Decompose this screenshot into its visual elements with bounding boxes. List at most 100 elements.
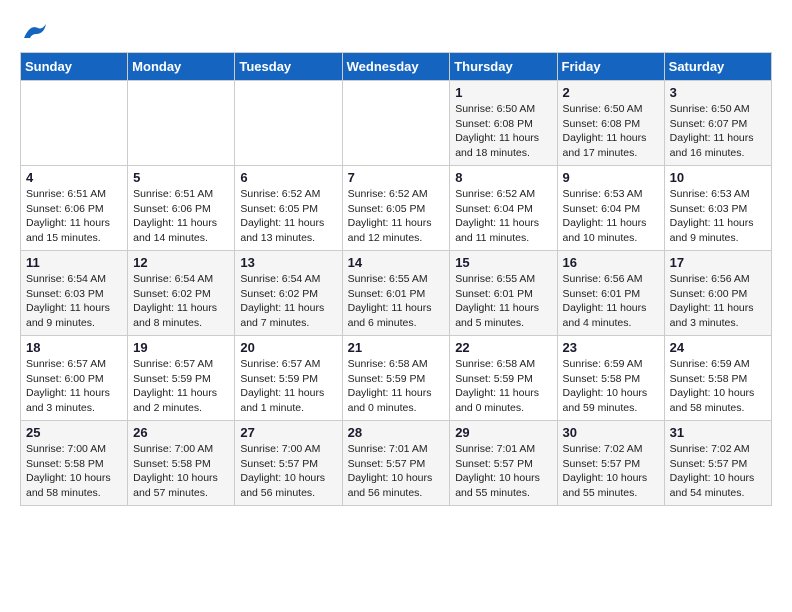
day-number: 26 — [133, 425, 229, 440]
day-number: 5 — [133, 170, 229, 185]
logo — [20, 20, 50, 42]
day-cell: 19Sunrise: 6:57 AM Sunset: 5:59 PM Dayli… — [128, 336, 235, 421]
day-cell: 30 Sunrise: 7:02 AM Sunset: 5:57 PM Dayli… — [557, 421, 664, 506]
day-cell — [235, 81, 342, 166]
day-cell: 9 Sunrise: 6:53 AM Sunset: 6:04 PM Daylig… — [557, 166, 664, 251]
day-cell: 22Sunrise: 6:58 AM Sunset: 5:59 PM Dayli… — [450, 336, 557, 421]
day-number: 27 — [240, 425, 336, 440]
day-cell: 20 Sunrise: 6:57 AM Sunset: 5:59 PM Dayli… — [235, 336, 342, 421]
day-number: 29 — [455, 425, 551, 440]
weekday-header-thursday: Thursday — [450, 53, 557, 81]
day-number: 15 — [455, 255, 551, 270]
day-number: 28 — [348, 425, 445, 440]
day-number: 10 — [670, 170, 766, 185]
day-cell: 24 Sunrise: 6:59 AM Sunset: 5:58 PM Dayli… — [664, 336, 771, 421]
day-info: Sunrise: 6:55 AM Sunset: 6:01 PM Dayligh… — [455, 272, 551, 331]
day-info: Sunrise: 7:01 AM Sunset: 5:57 PM Dayligh… — [348, 442, 445, 501]
day-number: 14 — [348, 255, 445, 270]
day-info: Sunrise: 6:54 AM Sunset: 6:02 PM Dayligh… — [240, 272, 336, 331]
day-info: Sunrise: 6:54 AM Sunset: 6:02 PM Dayligh… — [133, 272, 229, 331]
calendar-table: SundayMondayTuesdayWednesdayThursdayFrid… — [20, 52, 772, 506]
day-cell: 8Sunrise: 6:52 AM Sunset: 6:04 PM Daylig… — [450, 166, 557, 251]
week-row-4: 18 Sunrise: 6:57 AM Sunset: 6:00 PM Dayli… — [21, 336, 772, 421]
day-info: Sunrise: 6:52 AM Sunset: 6:05 PM Dayligh… — [348, 187, 445, 246]
day-cell: 4 Sunrise: 6:51 AM Sunset: 6:06 PM Daylig… — [21, 166, 128, 251]
day-info: Sunrise: 6:54 AM Sunset: 6:03 PM Dayligh… — [26, 272, 122, 331]
day-number: 25 — [26, 425, 122, 440]
day-number: 16 — [563, 255, 659, 270]
weekday-header-saturday: Saturday — [664, 53, 771, 81]
weekday-header-friday: Friday — [557, 53, 664, 81]
day-cell: 23 Sunrise: 6:59 AM Sunset: 5:58 PM Dayli… — [557, 336, 664, 421]
day-number: 13 — [240, 255, 336, 270]
day-cell: 6 Sunrise: 6:52 AM Sunset: 6:05 PM Daylig… — [235, 166, 342, 251]
week-row-3: 11Sunrise: 6:54 AM Sunset: 6:03 PM Dayli… — [21, 251, 772, 336]
day-cell: 14Sunrise: 6:55 AM Sunset: 6:01 PM Dayli… — [342, 251, 450, 336]
week-row-2: 4 Sunrise: 6:51 AM Sunset: 6:06 PM Daylig… — [21, 166, 772, 251]
day-info: Sunrise: 6:53 AM Sunset: 6:03 PM Dayligh… — [670, 187, 766, 246]
day-number: 21 — [348, 340, 445, 355]
day-number: 6 — [240, 170, 336, 185]
day-cell: 21 Sunrise: 6:58 AM Sunset: 5:59 PM Dayli… — [342, 336, 450, 421]
day-cell: 18 Sunrise: 6:57 AM Sunset: 6:00 PM Dayli… — [21, 336, 128, 421]
weekday-header-monday: Monday — [128, 53, 235, 81]
day-info: Sunrise: 6:51 AM Sunset: 6:06 PM Dayligh… — [133, 187, 229, 246]
day-cell: 5 Sunrise: 6:51 AM Sunset: 6:06 PM Daylig… — [128, 166, 235, 251]
day-number: 22 — [455, 340, 551, 355]
weekday-header-wednesday: Wednesday — [342, 53, 450, 81]
day-number: 31 — [670, 425, 766, 440]
day-number: 20 — [240, 340, 336, 355]
day-cell: 15 Sunrise: 6:55 AM Sunset: 6:01 PM Dayli… — [450, 251, 557, 336]
day-info: Sunrise: 7:02 AM Sunset: 5:57 PM Dayligh… — [670, 442, 766, 501]
day-cell — [21, 81, 128, 166]
day-info: Sunrise: 6:51 AM Sunset: 6:06 PM Dayligh… — [26, 187, 122, 246]
day-info: Sunrise: 6:57 AM Sunset: 6:00 PM Dayligh… — [26, 357, 122, 416]
day-number: 23 — [563, 340, 659, 355]
day-number: 24 — [670, 340, 766, 355]
day-number: 3 — [670, 85, 766, 100]
day-number: 12 — [133, 255, 229, 270]
day-number: 4 — [26, 170, 122, 185]
day-cell: 11Sunrise: 6:54 AM Sunset: 6:03 PM Dayli… — [21, 251, 128, 336]
day-cell: 12 Sunrise: 6:54 AM Sunset: 6:02 PM Dayli… — [128, 251, 235, 336]
day-info: Sunrise: 6:59 AM Sunset: 5:58 PM Dayligh… — [670, 357, 766, 416]
day-info: Sunrise: 6:57 AM Sunset: 5:59 PM Dayligh… — [240, 357, 336, 416]
day-info: Sunrise: 6:50 AM Sunset: 6:08 PM Dayligh… — [563, 102, 659, 161]
day-number: 9 — [563, 170, 659, 185]
week-row-5: 25Sunrise: 7:00 AM Sunset: 5:58 PM Dayli… — [21, 421, 772, 506]
week-row-1: 1 Sunrise: 6:50 AM Sunset: 6:08 PM Daylig… — [21, 81, 772, 166]
day-info: Sunrise: 6:52 AM Sunset: 6:05 PM Dayligh… — [240, 187, 336, 246]
day-info: Sunrise: 6:53 AM Sunset: 6:04 PM Dayligh… — [563, 187, 659, 246]
day-info: Sunrise: 6:59 AM Sunset: 5:58 PM Dayligh… — [563, 357, 659, 416]
day-cell — [342, 81, 450, 166]
day-info: Sunrise: 7:00 AM Sunset: 5:57 PM Dayligh… — [240, 442, 336, 501]
day-cell: 13 Sunrise: 6:54 AM Sunset: 6:02 PM Dayli… — [235, 251, 342, 336]
day-info: Sunrise: 7:02 AM Sunset: 5:57 PM Dayligh… — [563, 442, 659, 501]
day-cell: 7 Sunrise: 6:52 AM Sunset: 6:05 PM Daylig… — [342, 166, 450, 251]
logo-bird-icon — [22, 20, 50, 42]
day-info: Sunrise: 6:57 AM Sunset: 5:59 PM Dayligh… — [133, 357, 229, 416]
day-cell: 3 Sunrise: 6:50 AM Sunset: 6:07 PM Daylig… — [664, 81, 771, 166]
day-info: Sunrise: 6:52 AM Sunset: 6:04 PM Dayligh… — [455, 187, 551, 246]
day-cell: 17 Sunrise: 6:56 AM Sunset: 6:00 PM Dayli… — [664, 251, 771, 336]
page-header — [20, 20, 772, 42]
day-cell: 16 Sunrise: 6:56 AM Sunset: 6:01 PM Dayli… — [557, 251, 664, 336]
day-number: 2 — [563, 85, 659, 100]
day-number: 18 — [26, 340, 122, 355]
day-number: 1 — [455, 85, 551, 100]
day-number: 30 — [563, 425, 659, 440]
day-number: 7 — [348, 170, 445, 185]
day-cell: 2 Sunrise: 6:50 AM Sunset: 6:08 PM Daylig… — [557, 81, 664, 166]
day-number: 17 — [670, 255, 766, 270]
day-info: Sunrise: 6:50 AM Sunset: 6:08 PM Dayligh… — [455, 102, 551, 161]
day-info: Sunrise: 6:56 AM Sunset: 6:01 PM Dayligh… — [563, 272, 659, 331]
day-cell: 28 Sunrise: 7:01 AM Sunset: 5:57 PM Dayli… — [342, 421, 450, 506]
day-info: Sunrise: 6:56 AM Sunset: 6:00 PM Dayligh… — [670, 272, 766, 331]
day-info: Sunrise: 6:58 AM Sunset: 5:59 PM Dayligh… — [348, 357, 445, 416]
day-cell — [128, 81, 235, 166]
day-info: Sunrise: 6:50 AM Sunset: 6:07 PM Dayligh… — [670, 102, 766, 161]
day-cell: 27 Sunrise: 7:00 AM Sunset: 5:57 PM Dayli… — [235, 421, 342, 506]
day-cell: 31 Sunrise: 7:02 AM Sunset: 5:57 PM Dayli… — [664, 421, 771, 506]
day-cell: 26Sunrise: 7:00 AM Sunset: 5:58 PM Dayli… — [128, 421, 235, 506]
day-cell: 29Sunrise: 7:01 AM Sunset: 5:57 PM Dayli… — [450, 421, 557, 506]
